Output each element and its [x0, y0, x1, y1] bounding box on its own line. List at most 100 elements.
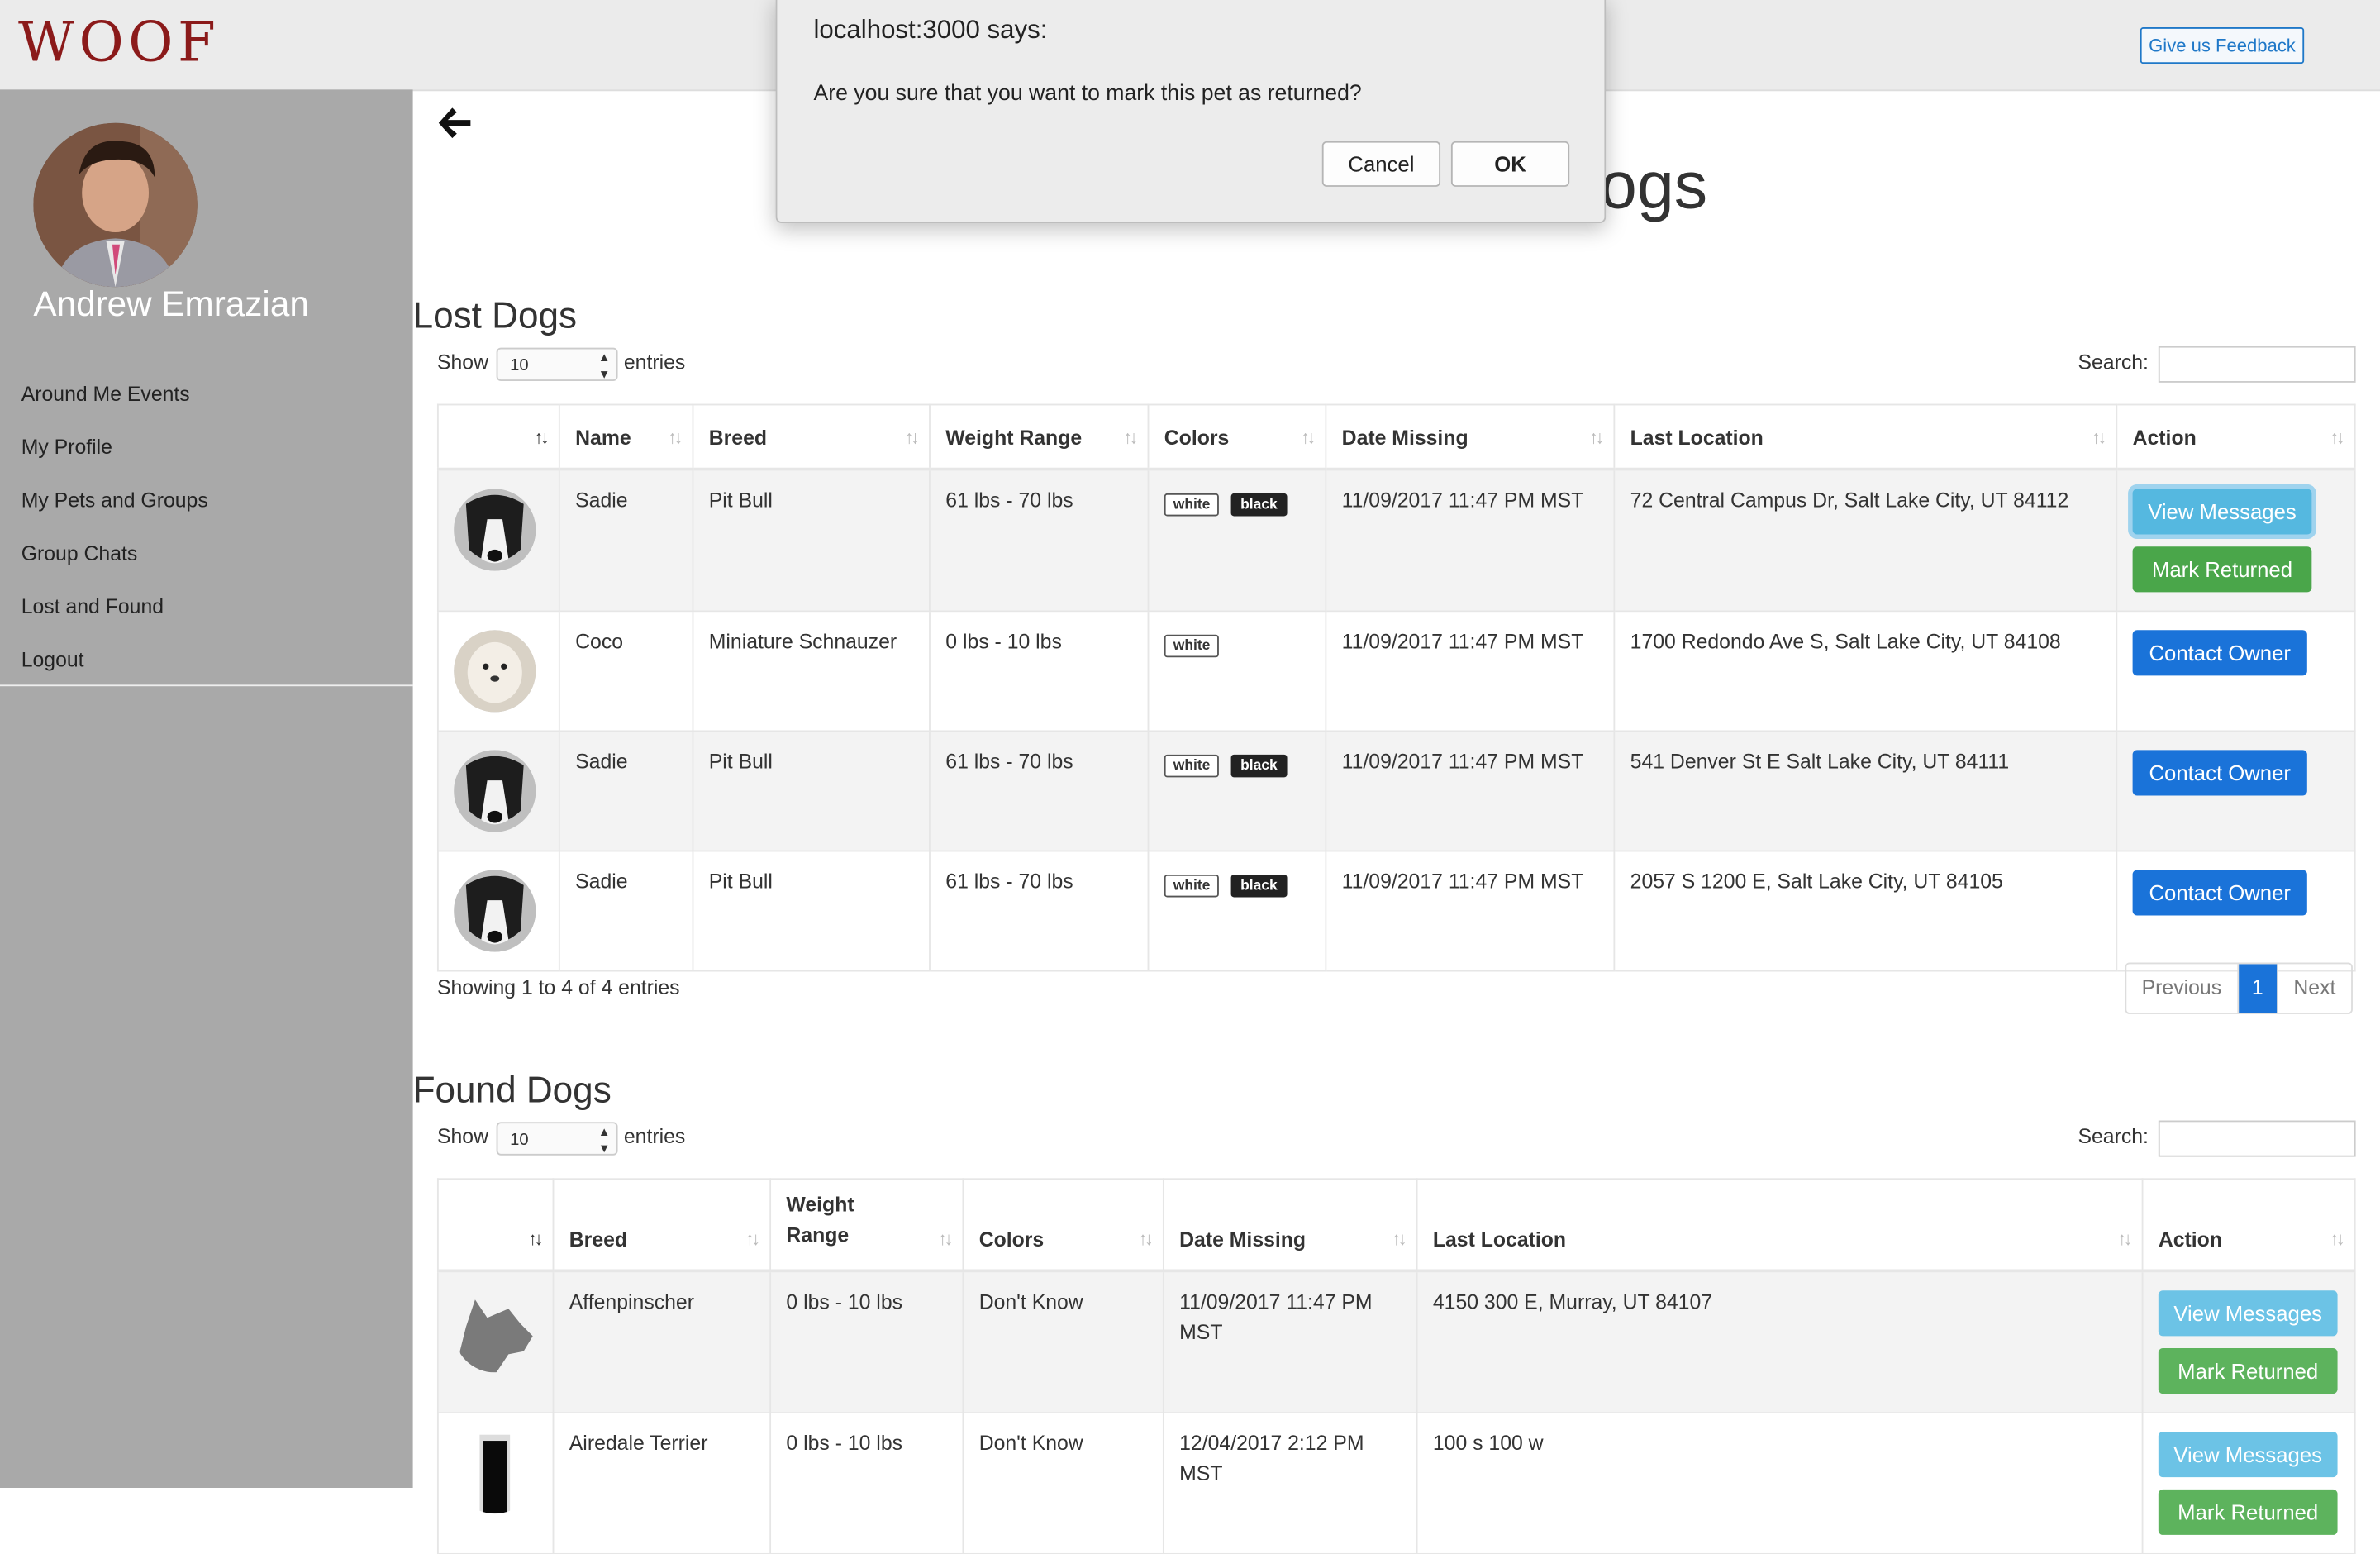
sort-icon: ↑↓: [745, 1227, 760, 1249]
found-col-weight[interactable]: Weight Range ↑↓: [769, 1178, 964, 1272]
sort-icon: ↑↓: [2092, 426, 2106, 447]
found-col-breed-label: Breed: [569, 1227, 628, 1251]
color-tag: white: [1164, 633, 1220, 657]
sort-icon: ↑↓: [668, 426, 683, 447]
lost-col-weight-label: Weight Range: [945, 426, 1083, 449]
lost-length-value: 10: [510, 356, 529, 375]
lost-col-location[interactable]: Last Location ↑↓: [1613, 403, 2118, 470]
pet-last-location: 100 s 100 w: [1416, 1411, 2144, 1554]
table-row: Affenpinscher 0 lbs - 10 lbs Don't Know …: [436, 1269, 2356, 1413]
sidebar-item-my-pets-and-groups[interactable]: My Pets and Groups: [0, 484, 413, 537]
pet-photo-cell: [436, 729, 560, 851]
view-messages-button[interactable]: View Messages: [2158, 1289, 2338, 1336]
pet-last-location: 1700 Redondo Ave S, Salt Lake City, UT 8…: [1613, 609, 2118, 732]
feedback-button[interactable]: Give us Feedback: [2140, 27, 2305, 64]
pet-breed: Pit Bull: [692, 849, 931, 971]
pet-photo: [454, 629, 536, 712]
pet-colors: white black: [1147, 729, 1327, 851]
found-search-input[interactable]: [2158, 1120, 2356, 1157]
sort-asc-icon: ↑↓: [534, 426, 550, 447]
lost-col-breed[interactable]: Breed ↑↓: [692, 403, 931, 470]
found-col-weight-label: Weight Range: [786, 1192, 854, 1247]
sidebar-item-logout[interactable]: Logout: [0, 644, 413, 697]
lost-col-breed-label: Breed: [708, 426, 768, 449]
sort-icon: ↑↓: [1138, 1227, 1154, 1249]
mark-returned-button[interactable]: Mark Returned: [2158, 1488, 2338, 1535]
lost-col-colors[interactable]: Colors ↑↓: [1147, 403, 1327, 470]
sidebar: Andrew Emrazian Around Me Events My Prof…: [0, 89, 413, 1488]
avatar-photo: [33, 122, 198, 288]
color-tag: white: [1164, 493, 1220, 516]
pet-weight: 0 lbs - 10 lbs: [769, 1269, 964, 1413]
sidebar-item-my-profile[interactable]: My Profile: [0, 431, 413, 484]
contact-owner-button[interactable]: Contact Owner: [2132, 749, 2307, 795]
sort-icon: ↑↓: [1392, 1227, 1407, 1249]
found-col-date[interactable]: Date Missing ↑↓: [1162, 1178, 1418, 1272]
color-tag: black: [1231, 493, 1287, 516]
dialog-cancel-button[interactable]: Cancel: [1321, 141, 1441, 187]
lost-length-select[interactable]: 10 ▲ ▼: [496, 347, 618, 382]
sort-icon: ↑↓: [2330, 426, 2344, 447]
pet-breed: Pit Bull: [692, 467, 931, 612]
lost-col-photo[interactable]: ↑↓: [436, 403, 560, 470]
lost-table-info: Showing 1 to 4 of 4 entries: [436, 976, 680, 999]
pet-date-missing: 11/09/2017 11:47 PM MST: [1325, 467, 1616, 612]
pet-colors: white: [1147, 609, 1327, 732]
sidebar-item-group-chats[interactable]: Group Chats: [0, 537, 413, 590]
lost-col-action[interactable]: Action ↑↓: [2116, 403, 2356, 470]
pet-name: Sadie: [558, 729, 694, 851]
back-arrow-icon[interactable]: [434, 103, 474, 143]
select-arrows-icon: ▲ ▼: [597, 1125, 611, 1156]
pet-breed: Miniature Schnauzer: [692, 609, 931, 732]
lost-dogs-table: ↑↓ Name ↑↓ Breed ↑↓ Weight Range ↑↓ Colors ↑…: [436, 403, 2356, 971]
pet-photo: [454, 1431, 536, 1513]
pet-name: Sadie: [558, 467, 694, 612]
lost-col-name-label: Name: [575, 426, 631, 449]
sidebar-item-around-me-events[interactable]: Around Me Events: [0, 378, 413, 431]
page-title: ogs: [1599, 148, 1708, 223]
confirm-dialog: localhost:3000 says: Are you sure that y…: [775, 0, 1606, 223]
pet-weight: 0 lbs - 10 lbs: [769, 1411, 964, 1554]
found-col-photo[interactable]: ↑↓: [436, 1178, 555, 1272]
dialog-title: localhost:3000 says:: [813, 15, 1048, 45]
found-col-date-label: Date Missing: [1179, 1227, 1307, 1251]
sidebar-item-lost-and-found[interactable]: Lost and Found: [0, 590, 413, 643]
view-messages-button[interactable]: View Messages: [2132, 488, 2312, 534]
table-row: Sadie Pit Bull 61 lbs - 70 lbs white blac…: [436, 467, 2356, 612]
color-tag: white: [1164, 874, 1220, 897]
lost-col-weight[interactable]: Weight Range ↑↓: [929, 403, 1150, 470]
sort-icon: ↑↓: [2330, 1227, 2344, 1249]
sort-icon: ↑↓: [904, 426, 920, 447]
pagination-next[interactable]: Next: [2278, 964, 2351, 1013]
pet-photo-cell: [436, 1269, 555, 1413]
view-messages-button[interactable]: View Messages: [2158, 1431, 2338, 1477]
sort-icon: ↑↓: [938, 1227, 953, 1249]
found-col-action[interactable]: Action ↑↓: [2141, 1178, 2356, 1272]
mark-returned-button[interactable]: Mark Returned: [2158, 1347, 2338, 1394]
pagination-previous[interactable]: Previous: [2126, 964, 2239, 1013]
pagination-page-1[interactable]: 1: [2238, 964, 2279, 1013]
select-arrows-icon: ▲ ▼: [597, 350, 611, 382]
found-dogs-title: Found Dogs: [412, 1070, 612, 1112]
lost-search-input[interactable]: [2158, 346, 2356, 383]
contact-owner-button[interactable]: Contact Owner: [2132, 629, 2307, 675]
color-tag: white: [1164, 753, 1220, 777]
lost-col-date[interactable]: Date Missing ↑↓: [1325, 403, 1616, 470]
pet-photo-cell: [436, 1411, 555, 1554]
pet-weight: 61 lbs - 70 lbs: [929, 849, 1150, 971]
lost-col-colors-label: Colors: [1164, 426, 1230, 449]
pet-date-missing: 11/09/2017 11:47 PM MST: [1162, 1269, 1418, 1413]
pet-date-missing: 11/09/2017 11:47 PM MST: [1325, 849, 1616, 971]
found-col-breed[interactable]: Breed ↑↓: [552, 1178, 772, 1272]
found-col-location[interactable]: Last Location ↑↓: [1416, 1178, 2144, 1272]
app-logo[interactable]: WOOF: [18, 12, 220, 74]
pet-last-location: 72 Central Campus Dr, Salt Lake City, UT…: [1613, 467, 2118, 612]
contact-owner-button[interactable]: Contact Owner: [2132, 869, 2307, 915]
found-entries-label: entries: [623, 1125, 686, 1148]
dialog-ok-button[interactable]: OK: [1450, 141, 1570, 187]
pet-breed: Airedale Terrier: [552, 1411, 772, 1554]
found-col-colors[interactable]: Colors ↑↓: [962, 1178, 1164, 1272]
mark-returned-button[interactable]: Mark Returned: [2132, 546, 2312, 592]
lost-col-name[interactable]: Name ↑↓: [558, 403, 694, 470]
found-length-select[interactable]: 10 ▲ ▼: [496, 1122, 618, 1156]
